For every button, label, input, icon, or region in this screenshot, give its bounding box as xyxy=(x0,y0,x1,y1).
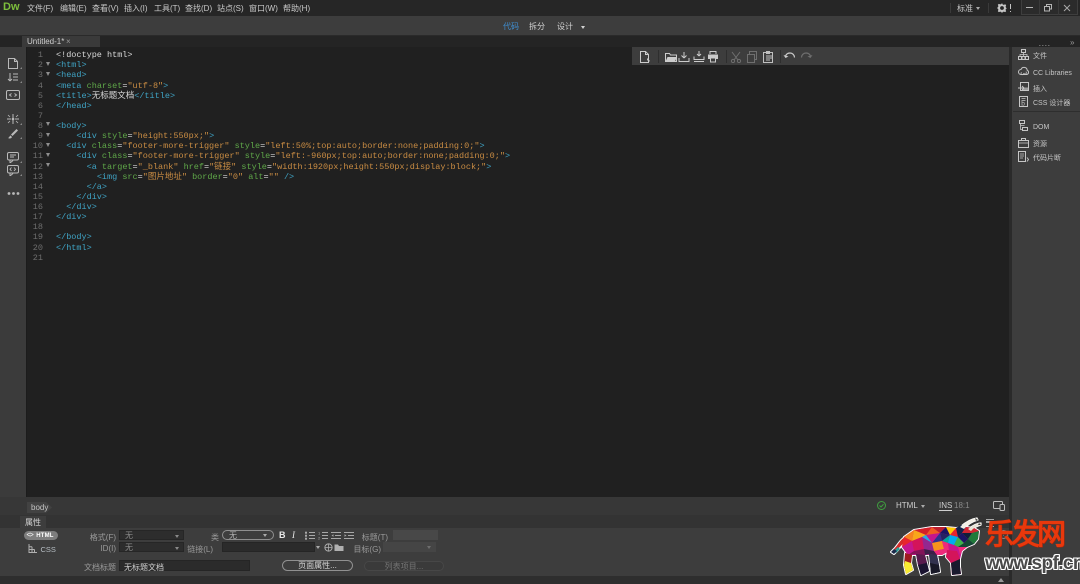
svg-text:b: b xyxy=(1021,101,1025,108)
svg-text:2: 2 xyxy=(318,536,321,540)
